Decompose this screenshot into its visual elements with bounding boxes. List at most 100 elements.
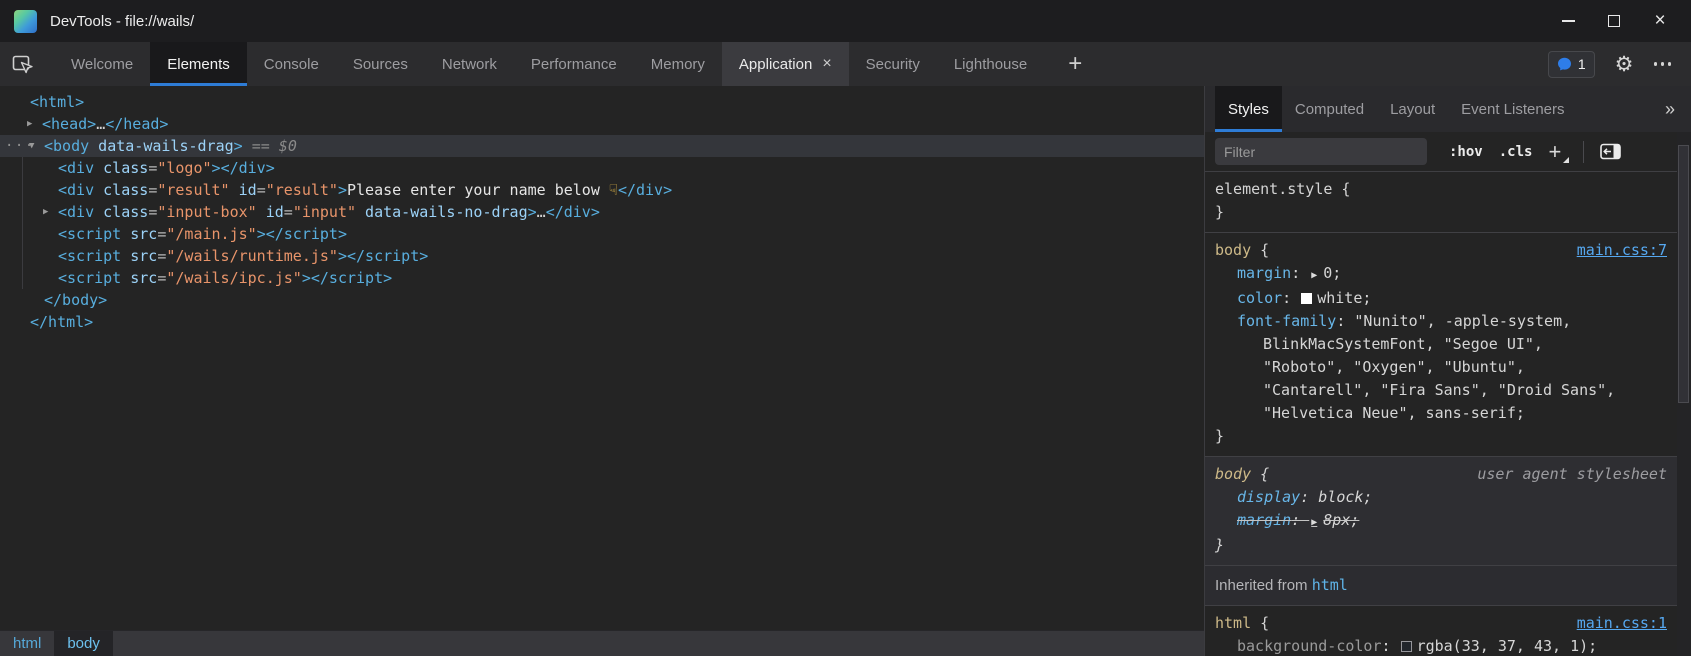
more-sidebar-tabs-icon[interactable]: » bbox=[1665, 86, 1691, 132]
dom-tree-row[interactable]: <div class="logo"></div> bbox=[0, 157, 1204, 179]
css-declaration[interactable]: background-color: rgba(33, 37, 43, 1); bbox=[1215, 635, 1667, 656]
dom-tree-row[interactable]: <script src="/wails/ipc.js"></script> bbox=[0, 267, 1204, 289]
tab-security[interactable]: Security bbox=[849, 42, 937, 86]
dom-tree: <html>▶<head>…</head>···▼<body data-wail… bbox=[0, 86, 1204, 630]
close-button[interactable]: × bbox=[1637, 0, 1683, 42]
dom-tree-row[interactable]: ···▼<body data-wails-drag> == $0 bbox=[0, 135, 1204, 157]
devtools-main: <html>▶<head>…</head>···▼<body data-wail… bbox=[0, 86, 1691, 656]
rule-selector[interactable]: body bbox=[1215, 241, 1251, 259]
tag-token: </div> bbox=[546, 203, 600, 221]
sidebar-tab-computed[interactable]: Computed bbox=[1282, 86, 1377, 132]
attr-value-token: "logo" bbox=[157, 159, 211, 177]
style-rule-body: body {main.css:7margin: ▶0;color: white;… bbox=[1205, 233, 1677, 457]
dom-tree-row[interactable]: <script src="/wails/runtime.js"></script… bbox=[0, 245, 1204, 267]
attr-value-token: "input" bbox=[293, 203, 356, 221]
attr-name-token: class bbox=[94, 159, 148, 177]
shorthand-expand-icon[interactable]: ▶ bbox=[1311, 270, 1317, 281]
rule-selector[interactable]: element.style bbox=[1215, 180, 1332, 198]
sidebar-tab-styles[interactable]: Styles bbox=[1215, 86, 1282, 132]
tag-token: <body bbox=[44, 137, 89, 155]
tag-token: > bbox=[212, 159, 221, 177]
css-declaration[interactable]: margin: ▶8px; bbox=[1215, 509, 1667, 534]
styles-filter-input[interactable] bbox=[1215, 138, 1427, 165]
tab-sources[interactable]: Sources bbox=[336, 42, 425, 86]
more-tools-button[interactable]: + bbox=[1068, 52, 1082, 76]
sidebar-tab-event-listeners[interactable]: Event Listeners bbox=[1448, 86, 1577, 132]
rule-selector[interactable]: body bbox=[1215, 465, 1251, 483]
tag-token: </div> bbox=[221, 159, 275, 177]
tab-elements[interactable]: Elements bbox=[150, 42, 247, 86]
expander-open-icon[interactable]: ▼ bbox=[29, 135, 34, 157]
css-declaration[interactable]: margin: ▶0; bbox=[1215, 262, 1667, 287]
rule-selector-line: html {main.css:1 bbox=[1215, 612, 1667, 635]
attr-name-token: src bbox=[121, 269, 157, 287]
dom-tree-row[interactable]: <html> bbox=[0, 91, 1204, 113]
new-style-rule-button[interactable]: + bbox=[1548, 141, 1561, 163]
tab-performance[interactable]: Performance bbox=[514, 42, 634, 86]
issues-badge[interactable]: 1 bbox=[1548, 51, 1595, 78]
dom-tree-row[interactable]: ▶<head>…</head> bbox=[0, 113, 1204, 135]
tag-token: > bbox=[302, 269, 311, 287]
dom-tree-row[interactable]: <script src="/main.js"></script> bbox=[0, 223, 1204, 245]
color-swatch[interactable] bbox=[1401, 641, 1412, 652]
tab-label: Memory bbox=[651, 56, 705, 73]
css-declaration[interactable]: color: white; bbox=[1215, 287, 1667, 310]
rule-selector[interactable]: html bbox=[1215, 614, 1251, 632]
tag-token: </script> bbox=[347, 247, 428, 265]
tab-application[interactable]: Application × bbox=[722, 42, 849, 86]
dom-tree-row[interactable]: <div class="result" id="result">Please e… bbox=[0, 179, 1204, 201]
tag-token: > bbox=[338, 181, 347, 199]
inherited-node-link[interactable]: html bbox=[1312, 576, 1348, 594]
tab-label: Application bbox=[739, 56, 812, 73]
equals-token: = bbox=[284, 203, 293, 221]
minimize-button[interactable] bbox=[1545, 0, 1591, 42]
css-declaration[interactable]: font-family: "Nunito", -apple-system, Bl… bbox=[1215, 310, 1667, 425]
css-property-name: background-color bbox=[1237, 637, 1382, 655]
attr-value-token: "input-box" bbox=[157, 203, 256, 221]
scrollbar-thumb[interactable] bbox=[1678, 145, 1689, 403]
breadcrumb-item-body[interactable]: body bbox=[54, 631, 113, 656]
tab-lighthouse[interactable]: Lighthouse bbox=[937, 42, 1044, 86]
dom-tree-row[interactable]: ▶<div class="input-box" id="input" data-… bbox=[0, 201, 1204, 223]
expander-closed-icon[interactable]: ▶ bbox=[27, 113, 32, 135]
css-property-value: block; bbox=[1318, 488, 1372, 506]
expander-closed-icon[interactable]: ▶ bbox=[43, 201, 48, 223]
attr-value-token: "/wails/ipc.js" bbox=[166, 269, 301, 287]
toggle-element-state-button[interactable]: :hov bbox=[1449, 144, 1483, 160]
stylesheet-link[interactable]: main.css:7 bbox=[1577, 239, 1667, 262]
stylesheet-link[interactable]: main.css:1 bbox=[1577, 612, 1667, 635]
tag-token: <script bbox=[58, 225, 121, 243]
css-declaration[interactable]: display: block; bbox=[1215, 486, 1667, 509]
maximize-button[interactable] bbox=[1591, 0, 1637, 42]
panel-tabs: WelcomeElementsConsoleSources Network Perf… bbox=[54, 42, 1044, 86]
breadcrumb-item-html[interactable]: html bbox=[0, 631, 54, 656]
toolbar-right: 1 ⚙ bbox=[1548, 42, 1691, 86]
tab-welcome[interactable]: Welcome bbox=[54, 42, 150, 86]
tab-label: Network bbox=[442, 56, 497, 73]
window-title: DevTools - file://wails/ bbox=[50, 13, 194, 30]
settings-gear-icon[interactable]: ⚙ bbox=[1615, 54, 1634, 75]
styles-scrollbar[interactable] bbox=[1677, 132, 1691, 656]
tab-console[interactable]: Console bbox=[247, 42, 336, 86]
computed-styles-sidebar-toggle[interactable] bbox=[1600, 143, 1621, 160]
color-swatch[interactable] bbox=[1301, 293, 1312, 304]
equals-token: = bbox=[148, 181, 157, 199]
attr-value-token: "result" bbox=[157, 181, 229, 199]
tab-label: Lighthouse bbox=[954, 56, 1027, 73]
close-tab-icon[interactable]: × bbox=[822, 56, 831, 72]
dom-tree-row[interactable]: </body> bbox=[0, 289, 1204, 311]
inherited-from-header: Inherited from html bbox=[1205, 566, 1677, 606]
css-rules: element.style {}body {main.css:7margin: … bbox=[1205, 172, 1677, 656]
dom-tree-row[interactable]: </html> bbox=[0, 311, 1204, 333]
devtools-logo-icon bbox=[14, 10, 37, 33]
attr-value-token: "result" bbox=[266, 181, 338, 199]
attr-name-token: class bbox=[94, 181, 148, 199]
sidebar-tab-layout[interactable]: Layout bbox=[1377, 86, 1448, 132]
element-classes-button[interactable]: .cls bbox=[1499, 144, 1533, 160]
shorthand-expand-icon[interactable]: ▶ bbox=[1311, 517, 1317, 528]
tab-memory[interactable]: Memory bbox=[634, 42, 722, 86]
tab-network[interactable]: Network bbox=[425, 42, 514, 86]
attr-name-token: data-wails-drag bbox=[89, 137, 234, 155]
inspect-element-button[interactable] bbox=[0, 42, 46, 86]
more-options-button[interactable] bbox=[1654, 62, 1672, 66]
